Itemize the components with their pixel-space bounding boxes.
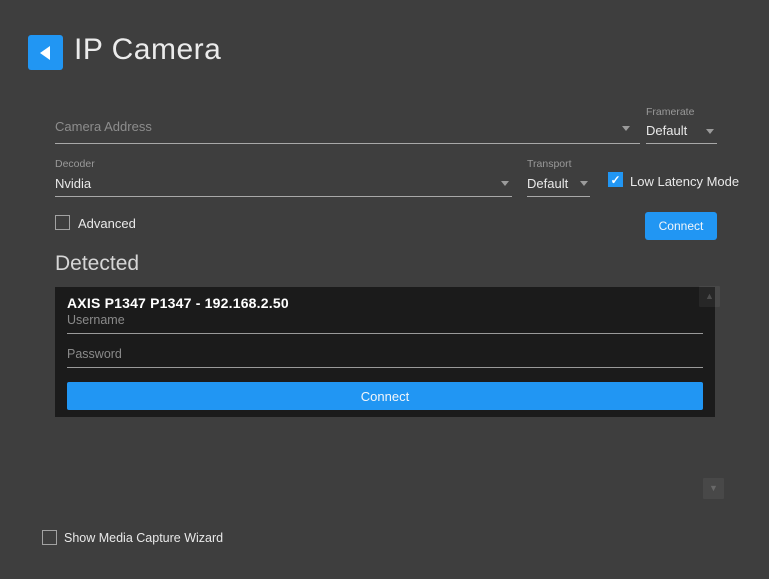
- chevron-up-icon: ▲: [705, 292, 714, 301]
- password-input[interactable]: [67, 347, 703, 368]
- back-arrow-icon: [40, 46, 50, 60]
- framerate-label: Framerate: [646, 106, 694, 118]
- transport-underline: [527, 196, 590, 197]
- advanced-checkbox[interactable]: [55, 215, 70, 230]
- transport-dropdown-icon[interactable]: [580, 181, 588, 186]
- transport-label: Transport: [527, 158, 572, 170]
- camera-address-underline: [55, 143, 640, 144]
- checkmark-icon: ✓: [610, 174, 620, 186]
- framerate-dropdown-icon[interactable]: [706, 129, 714, 134]
- detected-camera-card: AXIS P1347 P1347 - 192.168.2.50 Connect: [55, 287, 715, 417]
- page-title: IP Camera: [74, 33, 221, 67]
- scroll-up-button[interactable]: ▲: [699, 286, 720, 307]
- low-latency-checkbox[interactable]: ✓: [608, 172, 623, 187]
- show-wizard-label: Show Media Capture Wizard: [64, 531, 223, 545]
- show-wizard-checkbox[interactable]: [42, 530, 57, 545]
- decoder-dropdown-icon[interactable]: [501, 181, 509, 186]
- back-button[interactable]: [28, 35, 63, 70]
- camera-address-input[interactable]: [55, 116, 610, 136]
- username-input[interactable]: [67, 313, 703, 334]
- detected-heading: Detected: [55, 252, 139, 276]
- decoder-value[interactable]: Nvidia: [55, 176, 91, 191]
- decoder-label: Decoder: [55, 158, 95, 170]
- camera-connect-button[interactable]: Connect: [67, 382, 703, 410]
- ip-camera-window: IP Camera Framerate Default Decoder Nvid…: [0, 0, 769, 579]
- connect-button[interactable]: Connect: [645, 212, 717, 240]
- scroll-down-button[interactable]: ▼: [703, 478, 724, 499]
- camera-address-dropdown-icon[interactable]: [622, 126, 630, 131]
- framerate-value[interactable]: Default: [646, 123, 687, 138]
- decoder-underline: [55, 196, 512, 197]
- transport-value[interactable]: Default: [527, 176, 568, 191]
- chevron-down-icon: ▼: [709, 484, 718, 493]
- camera-card-title: AXIS P1347 P1347 - 192.168.2.50: [67, 295, 289, 311]
- low-latency-label: Low Latency Mode: [630, 174, 739, 189]
- framerate-underline: [646, 143, 717, 144]
- advanced-label: Advanced: [78, 216, 136, 231]
